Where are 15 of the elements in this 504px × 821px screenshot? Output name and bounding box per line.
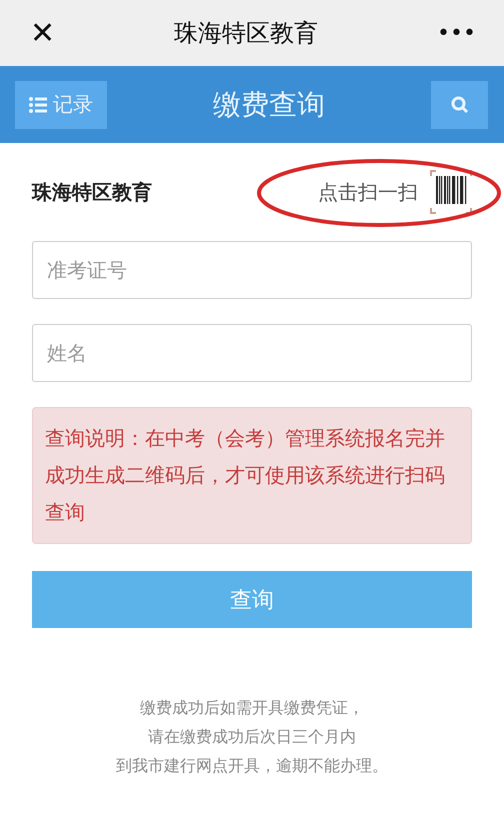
input-field[interactable]: 准考证号 xyxy=(32,241,472,299)
list-icon xyxy=(29,96,47,112)
input-field[interactable]: 姓名 xyxy=(32,324,472,382)
notice-text: 查询说明：在中考（会考）管理系统报名完并成功生成二维码后，才可使用该系统进行扫码查询 xyxy=(32,407,472,544)
footer-text: 到我市建行网点开具，逾期不能办理。 xyxy=(116,756,388,777)
page-title: 缴费查询 xyxy=(213,86,325,122)
footer-text: 缴费成功后如需开具缴费凭证， xyxy=(140,698,364,719)
footer-text: 请在缴费成功后次日三个月内 xyxy=(148,727,356,748)
search-icon xyxy=(450,96,468,114)
more-button[interactable]: ••• xyxy=(437,20,476,46)
search-button[interactable] xyxy=(431,80,488,128)
barcode-icon xyxy=(430,170,472,214)
organization-name: 珠海特区教育 xyxy=(32,178,152,206)
window-title: 珠海特区教育 xyxy=(174,18,318,49)
close-button[interactable]: ✕ xyxy=(30,16,56,50)
